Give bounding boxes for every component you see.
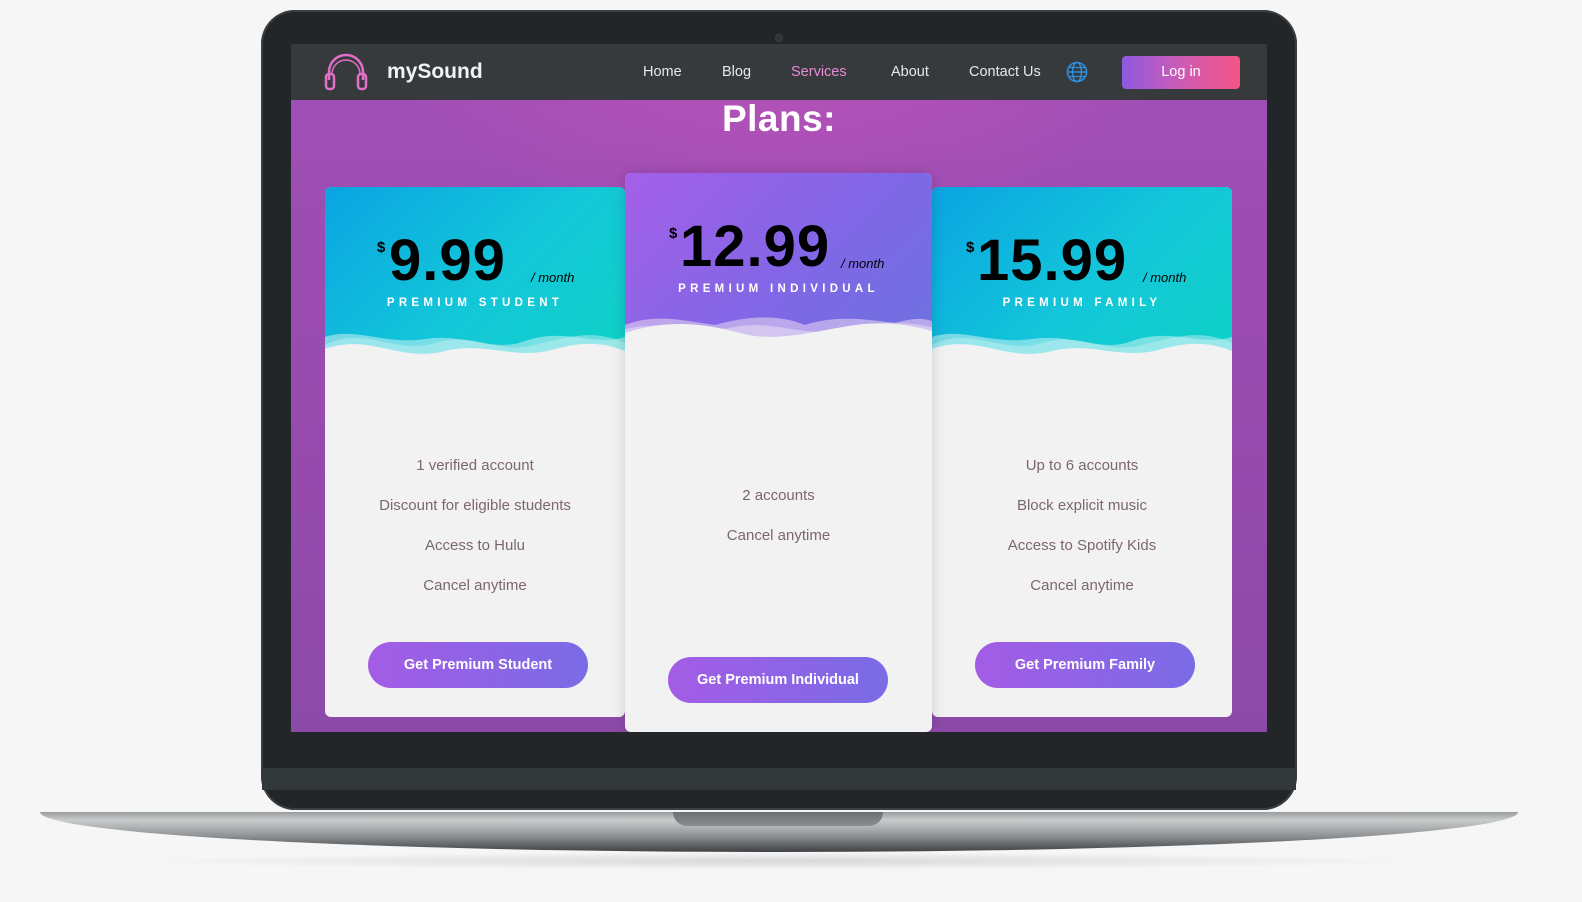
nav-home[interactable]: Home [643,64,682,80]
get-premium-individual-button[interactable]: Get Premium Individual [668,657,888,703]
brand-logo-text[interactable]: mySound [387,60,483,84]
plan-period: / month [531,270,575,285]
plan-card-individual: $ 12.99 / month PREMIUM INDIVIDUAL 2 acc… [625,173,932,732]
plan-name: PREMIUM FAMILY [1002,297,1162,309]
feature-item: Access to Spotify Kids [1007,537,1157,554]
laptop-chin [262,768,1296,790]
plan-period: / month [1143,270,1187,285]
webcam-icon [775,34,783,42]
laptop-hinge-notch [673,812,883,826]
feature-item: Up to 6 accounts [1025,457,1139,474]
currency-symbol: $ [377,239,386,256]
headphones-icon[interactable] [323,52,369,92]
globe-icon[interactable] [1066,61,1088,83]
currency-symbol: $ [966,239,975,256]
nav-contact-us[interactable]: Contact Us [969,64,1041,80]
nav-blog[interactable]: Blog [722,64,751,80]
plan-name: PREMIUM STUDENT [386,297,564,309]
nav-about[interactable]: About [891,64,929,80]
nav-services[interactable]: Services [791,64,847,80]
plan-card-family: $ 15.99 / month PREMIUM FAMILY Up to 6 a… [932,187,1232,717]
feature-item: Block explicit music [1016,497,1148,514]
feature-item: 2 accounts [742,487,815,504]
wave-decoration [325,333,625,385]
wave-decoration [625,317,932,373]
feature-item: Discount for eligible students [379,497,571,514]
page-title: Plans: [721,98,837,139]
plan-period: / month [841,256,885,271]
navbar: mySound Home Blog Services About Contact… [291,44,1267,100]
plan-name: PREMIUM INDIVIDUAL [678,283,879,295]
login-button[interactable]: Log in [1122,56,1240,89]
plan-price: 12.99 [680,214,831,279]
get-premium-family-button[interactable]: Get Premium Family [975,642,1195,688]
feature-item: Cancel anytime [1030,577,1134,594]
plan-price: 9.99 [389,228,506,293]
feature-item: 1 verified account [416,457,534,474]
laptop-shadow [120,852,1440,870]
currency-symbol: $ [669,225,678,242]
browser-screen: mySound Home Blog Services About Contact… [291,44,1267,732]
feature-item: Cancel anytime [726,527,831,544]
get-premium-student-button[interactable]: Get Premium Student [368,642,588,688]
feature-item: Cancel anytime [423,577,527,594]
feature-item: Access to Hulu [424,537,526,554]
wave-decoration [932,333,1232,385]
plan-card-student: $ 9.99 / month PREMIUM STUDENT 1 verifie… [325,187,625,717]
plan-price: 15.99 [977,228,1128,293]
